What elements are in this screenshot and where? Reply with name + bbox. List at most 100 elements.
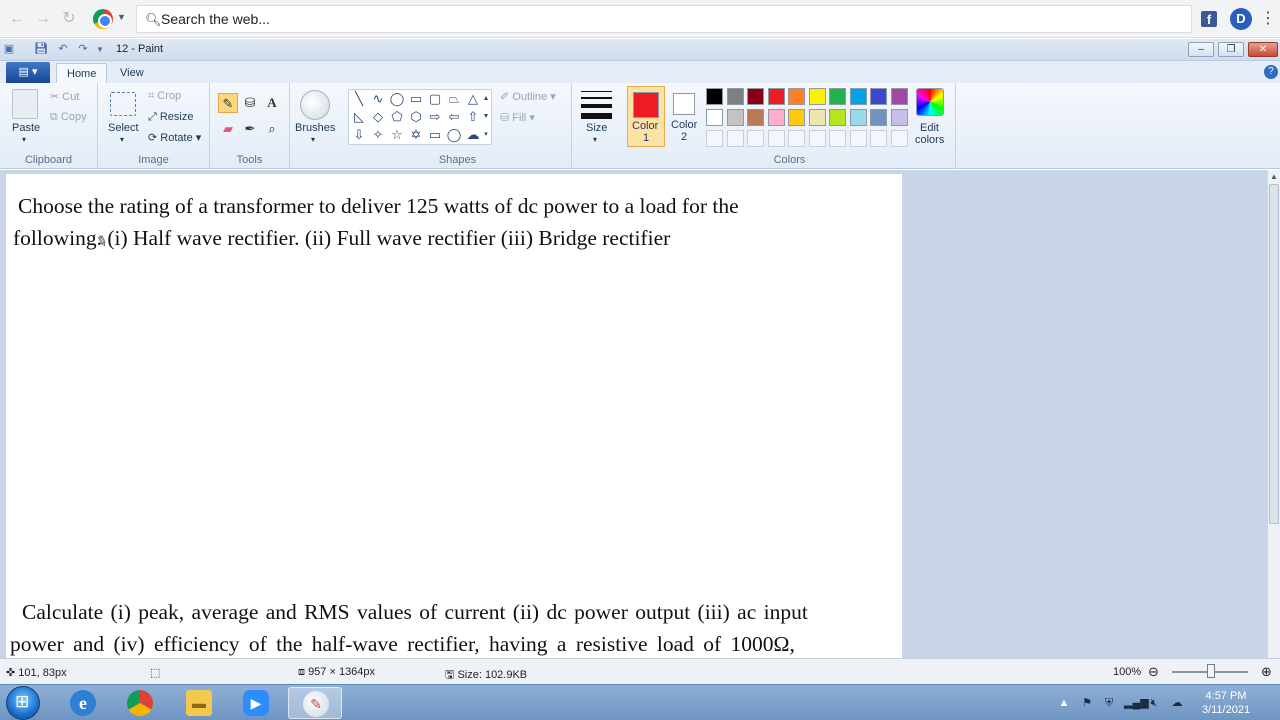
custom-color-slot[interactable]	[706, 130, 723, 147]
magnifier-icon[interactable]: ⌕	[262, 119, 282, 139]
eraser-icon[interactable]: ▰	[218, 119, 238, 139]
palette-swatch[interactable]	[890, 109, 908, 126]
brushes-dropdown-icon[interactable]: ▾	[311, 135, 315, 144]
cloud-callout-shape-icon[interactable]: ☁	[465, 127, 481, 143]
omnibox[interactable]: 🔍︎	[136, 5, 1192, 33]
redo-icon[interactable]: ↷	[76, 43, 90, 56]
taskbar-internet-explorer[interactable]: e	[56, 687, 110, 719]
start-button[interactable]	[6, 686, 40, 720]
chrome-logo-icon[interactable]	[93, 9, 113, 29]
pentagon-shape-icon[interactable]: ⬠	[389, 109, 405, 125]
paste-icon[interactable]	[12, 89, 38, 119]
custom-color-slot[interactable]	[726, 130, 744, 147]
crop-button[interactable]: ⌗ Crop	[148, 90, 181, 103]
custom-color-slot[interactable]	[829, 130, 846, 147]
rounded-rectangle-shape-icon[interactable]: ▢	[427, 91, 443, 107]
taskbar-chrome[interactable]	[113, 687, 167, 719]
custom-color-slot[interactable]	[890, 130, 908, 147]
color1-button[interactable]: Color 1	[627, 86, 665, 147]
size-button[interactable]: Size	[586, 122, 607, 134]
paste-dropdown-icon[interactable]: ▾	[22, 135, 26, 144]
right-triangle-shape-icon[interactable]: ◺	[351, 109, 367, 125]
curve-shape-icon[interactable]: ∿	[370, 91, 386, 107]
scroll-up-icon[interactable]: ▲	[1268, 172, 1280, 181]
down-arrow-shape-icon[interactable]: ⇩	[351, 127, 367, 143]
six-point-star-shape-icon[interactable]: ✡	[408, 127, 424, 143]
shapes-scroll-up-icon[interactable]: ▲	[481, 91, 491, 107]
palette-swatch[interactable]	[890, 88, 908, 105]
right-arrow-shape-icon[interactable]: ⇨	[427, 109, 443, 125]
palette-swatch[interactable]	[808, 88, 826, 105]
palette-swatch[interactable]	[849, 109, 867, 126]
d-extension-icon[interactable]: D	[1230, 8, 1252, 30]
reload-icon[interactable]: ↻	[58, 8, 80, 30]
four-point-star-shape-icon[interactable]: ✧	[370, 127, 386, 143]
palette-swatch[interactable]	[808, 109, 826, 126]
vertical-scrollbar[interactable]: ▲	[1267, 170, 1280, 658]
network-icon[interactable]: ▂▄▆	[1124, 696, 1149, 710]
clock[interactable]: 4:57 PM 3/11/2021	[1190, 689, 1262, 717]
custom-color-slot[interactable]	[870, 130, 887, 147]
palette-swatch[interactable]	[829, 88, 846, 105]
triangle-shape-icon[interactable]: △	[465, 91, 481, 107]
shapes-more-icon[interactable]: ▾	[481, 127, 491, 143]
taskbar-zoom[interactable]: ▶	[229, 687, 283, 719]
brushes-icon[interactable]	[300, 90, 330, 120]
customize-qat-icon[interactable]: ▼	[93, 43, 107, 56]
minimize-button[interactable]: –	[1188, 42, 1214, 57]
action-center-icon[interactable]: ⚑	[1080, 696, 1094, 710]
taskbar-paint[interactable]: ✎	[288, 687, 342, 719]
palette-swatch[interactable]	[747, 88, 764, 105]
forward-icon[interactable]: →	[32, 8, 54, 30]
up-arrow-shape-icon[interactable]: ⇧	[465, 109, 481, 125]
paint-app-icon[interactable]: ▣	[2, 43, 16, 56]
size-dropdown-icon[interactable]: ▾	[593, 135, 597, 144]
tab-view[interactable]: View	[110, 63, 154, 83]
palette-swatch[interactable]	[829, 109, 846, 126]
custom-color-slot[interactable]	[849, 130, 867, 147]
save-icon[interactable]: 💾︎	[34, 43, 48, 56]
custom-color-slot[interactable]	[747, 130, 764, 147]
scrollbar-thumb[interactable]	[1269, 184, 1279, 524]
file-menu-button[interactable]: ▤ ▾	[6, 62, 50, 83]
tab-home[interactable]: Home	[56, 63, 108, 83]
palette-swatch[interactable]	[870, 88, 887, 105]
custom-color-slot[interactable]	[808, 130, 826, 147]
diamond-shape-icon[interactable]: ◇	[370, 109, 386, 125]
edit-colors-icon[interactable]	[916, 88, 944, 116]
select-dropdown-icon[interactable]: ▾	[120, 135, 124, 144]
palette-swatch[interactable]	[706, 109, 723, 126]
maximize-button[interactable]: ❐	[1218, 42, 1244, 57]
chevron-down-icon[interactable]: ▼	[117, 12, 126, 22]
shapes-scroll-down-icon[interactable]: ▼	[481, 109, 491, 125]
resize-button[interactable]: ⤢ Resize	[148, 111, 193, 124]
palette-swatch[interactable]	[726, 109, 744, 126]
left-arrow-shape-icon[interactable]: ⇦	[446, 109, 462, 125]
color2-button[interactable]: Color 2	[668, 86, 702, 147]
brushes-button[interactable]: Brushes	[295, 122, 335, 134]
more-menu-icon[interactable]: ⋮	[1260, 9, 1276, 29]
paste-button[interactable]: Paste	[12, 122, 40, 134]
select-icon[interactable]	[110, 92, 136, 116]
close-button[interactable]: ✕	[1248, 42, 1278, 57]
select-button[interactable]: Select	[108, 122, 139, 134]
palette-swatch[interactable]	[726, 88, 744, 105]
zoom-slider-thumb[interactable]	[1207, 664, 1215, 678]
palette-swatch[interactable]	[767, 88, 785, 105]
polygon-shape-icon[interactable]: ⏢	[446, 91, 462, 107]
show-hidden-icons-icon[interactable]: ▲	[1057, 696, 1071, 710]
line-shape-icon[interactable]: ╲	[351, 91, 367, 107]
zoom-out-icon[interactable]: ⊖	[1148, 664, 1159, 680]
taskbar-file-explorer[interactable]: ▬	[172, 687, 226, 719]
back-icon[interactable]: ←	[6, 8, 28, 30]
oval-shape-icon[interactable]: ◯	[389, 91, 405, 107]
custom-color-slot[interactable]	[767, 130, 785, 147]
help-icon[interactable]: ?	[1264, 65, 1278, 79]
drawing-canvas[interactable]: Choose the rating of a transformer to de…	[6, 174, 902, 658]
rect-callout-shape-icon[interactable]: ▭	[427, 127, 443, 143]
palette-swatch[interactable]	[767, 109, 785, 126]
oval-callout-shape-icon[interactable]: ◯	[446, 127, 462, 143]
copy-button[interactable]: ⧉ Copy	[50, 111, 87, 124]
five-point-star-shape-icon[interactable]: ☆	[389, 127, 405, 143]
fill-bucket-icon[interactable]: ⛁	[240, 93, 260, 113]
